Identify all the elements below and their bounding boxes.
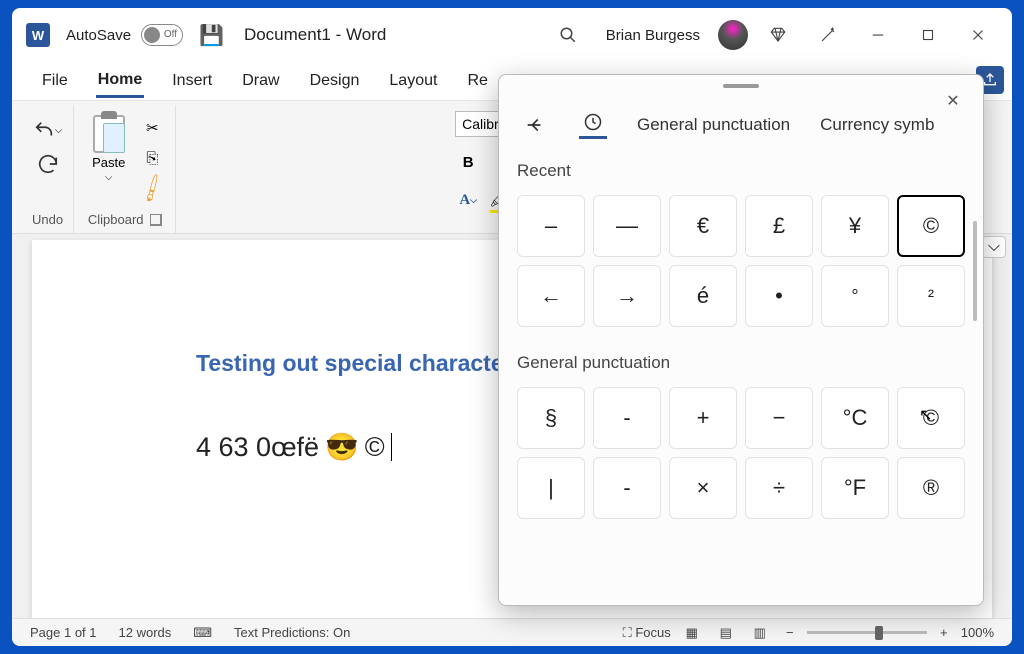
word-app-icon: W <box>26 23 50 47</box>
tab-draw[interactable]: Draw <box>240 66 281 96</box>
tab-home[interactable]: Home <box>96 65 144 98</box>
zoom-in-button[interactable]: + <box>935 625 953 640</box>
general-punctuation-grid: § - + − °C © | - × ÷ °F ® <box>517 387 965 519</box>
document-title: Document1 - Word <box>244 25 386 45</box>
avatar[interactable] <box>718 20 748 50</box>
symbol-divide[interactable]: ÷ <box>745 457 813 519</box>
tab-file[interactable]: File <box>40 66 70 96</box>
symbol-pipe[interactable]: | <box>517 457 585 519</box>
panel-scrollbar[interactable] <box>973 221 977 321</box>
read-mode-icon[interactable]: ▦ <box>679 623 705 643</box>
paste-button[interactable]: Paste ⌵ <box>84 111 133 187</box>
clipboard-dialog-launcher[interactable] <box>150 214 162 226</box>
symbol-celsius[interactable]: °C <box>821 387 889 449</box>
panel-back-button[interactable] <box>521 111 549 139</box>
wand-icon[interactable] <box>808 15 848 55</box>
symbol-degree[interactable]: ° <box>821 265 889 327</box>
recent-symbols-grid: – — € £ ¥ © ← → é • ° ² <box>517 195 965 327</box>
clipboard-icon <box>93 115 125 153</box>
undo-button[interactable]: ⌵ <box>33 117 63 143</box>
symbol-hyphen[interactable]: - <box>593 387 661 449</box>
symbol-registered[interactable]: ® <box>897 457 965 519</box>
symbol-multiply[interactable]: × <box>669 457 737 519</box>
tab-insert[interactable]: Insert <box>170 66 214 96</box>
symbol-e-acute[interactable]: é <box>669 265 737 327</box>
zoom-out-button[interactable]: − <box>781 625 799 640</box>
search-icon[interactable] <box>548 15 588 55</box>
panel-drag-handle[interactable] <box>499 75 983 97</box>
cut-button[interactable]: ✂ <box>139 115 165 141</box>
symbol-section[interactable]: § <box>517 387 585 449</box>
symbol-superscript-2[interactable]: ² <box>897 265 965 327</box>
symbol-fahrenheit[interactable]: °F <box>821 457 889 519</box>
tab-layout[interactable]: Layout <box>387 66 439 96</box>
copy-button[interactable]: ⎘ <box>139 145 165 171</box>
group-clipboard-label: Clipboard <box>88 212 144 227</box>
symbol-copyright-2[interactable]: © <box>897 387 965 449</box>
redo-button[interactable] <box>35 151 61 177</box>
symbol-panel: ✕ General punctuation Currency symb Rece… <box>498 74 984 606</box>
symbol-en-dash[interactable]: – <box>517 195 585 257</box>
text-effects-button[interactable]: A ⌵ <box>455 187 481 213</box>
tab-design[interactable]: Design <box>308 66 362 96</box>
symbol-copyright[interactable]: © <box>897 195 965 257</box>
group-undo-label: Undo <box>32 208 63 231</box>
zoom-level[interactable]: 100% <box>961 625 994 640</box>
title-bar: W AutoSave Off 💾 Document1 - Word Brian … <box>12 8 1012 62</box>
focus-mode-button[interactable]: ⛶ Focus <box>623 625 671 641</box>
status-page[interactable]: Page 1 of 1 <box>30 625 97 640</box>
tab-references[interactable]: Re <box>465 66 489 96</box>
minimize-button[interactable] <box>858 15 898 55</box>
zoom-slider[interactable] <box>807 631 927 634</box>
bold-button[interactable]: B <box>455 149 481 175</box>
autosave-label: AutoSave <box>66 27 131 44</box>
symbol-em-dash[interactable]: — <box>593 195 661 257</box>
symbol-arrow-right[interactable]: → <box>593 265 661 327</box>
spellcheck-icon[interactable]: ⌨ <box>193 625 212 641</box>
symbol-minus[interactable]: − <box>745 387 813 449</box>
general-punctuation-title: General punctuation <box>517 353 965 373</box>
maximize-button[interactable] <box>908 15 948 55</box>
save-icon[interactable]: 💾 <box>199 23 224 48</box>
panel-category-currency[interactable]: Currency symb <box>820 115 934 135</box>
diamond-icon[interactable] <box>758 15 798 55</box>
status-words[interactable]: 12 words <box>119 625 172 640</box>
symbol-euro[interactable]: € <box>669 195 737 257</box>
print-layout-icon[interactable]: ▤ <box>713 623 739 643</box>
symbol-yen[interactable]: ¥ <box>821 195 889 257</box>
symbol-hyphen-2[interactable]: - <box>593 457 661 519</box>
user-name: Brian Burgess <box>606 27 700 44</box>
format-painter-button[interactable]: 🖌 <box>135 170 171 206</box>
text-cursor <box>391 433 392 461</box>
ribbon-collapse-chevron[interactable]: ⌵ <box>982 236 1006 258</box>
symbol-bullet[interactable]: • <box>745 265 813 327</box>
symbol-plus[interactable]: + <box>669 387 737 449</box>
panel-category-general[interactable]: General punctuation <box>637 115 790 135</box>
autosave-toggle[interactable]: Off <box>141 24 183 46</box>
symbol-arrow-left[interactable]: ← <box>517 265 585 327</box>
sunglasses-emoji: 😎 <box>325 431 359 463</box>
status-predictions[interactable]: Text Predictions: On <box>234 625 350 640</box>
symbol-pound[interactable]: £ <box>745 195 813 257</box>
close-button[interactable] <box>958 15 998 55</box>
panel-close-button[interactable]: ✕ <box>941 89 965 113</box>
web-layout-icon[interactable]: ▥ <box>747 623 773 643</box>
status-bar: Page 1 of 1 12 words ⌨ Text Predictions:… <box>12 618 1012 646</box>
panel-recent-tab[interactable] <box>579 111 607 139</box>
recent-section-title: Recent <box>517 161 965 181</box>
